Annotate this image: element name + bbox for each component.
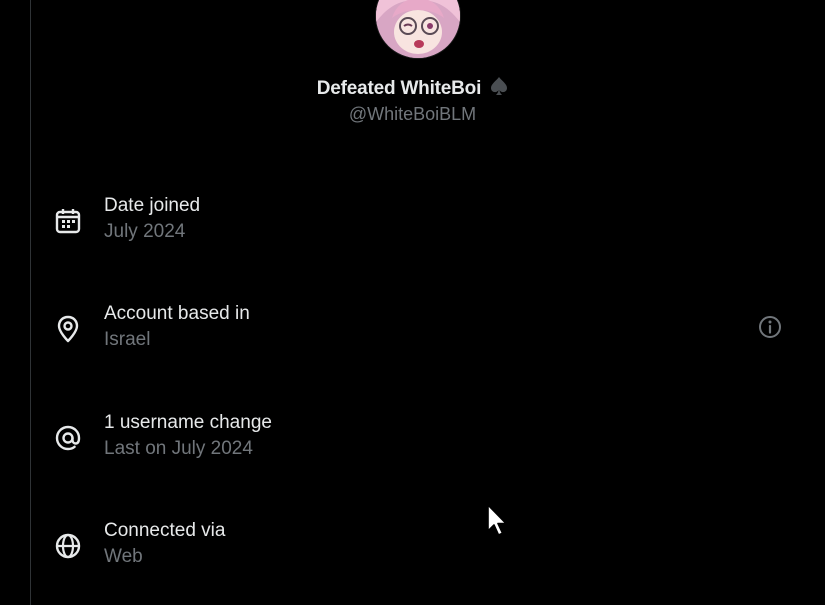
about-item-label: Connected via — [104, 520, 226, 541]
about-item-label: 1 username change — [104, 412, 272, 433]
display-name-text: Defeated WhiteBoi — [316, 78, 482, 99]
about-item-date-joined: Date joined July 2024 — [50, 195, 795, 251]
avatar[interactable] — [376, 0, 460, 58]
about-item-label: Date joined — [104, 195, 201, 216]
location-pin-icon — [53, 314, 83, 344]
about-item-value: Web — [104, 546, 143, 567]
about-item-label: Account based in — [104, 303, 250, 324]
about-item-connected-via: Connected via Web — [50, 520, 795, 576]
at-sign-icon — [53, 423, 83, 453]
profile-handle: @WhiteBoiBLM — [348, 104, 477, 124]
about-item-value: Last on July 2024 — [104, 438, 253, 459]
calendar-icon — [53, 206, 83, 236]
profile-display-name: Defeated WhiteBoi — [0, 76, 825, 102]
avatar-image — [376, 0, 460, 58]
about-item-account-based-in: Account based in Israel — [50, 303, 795, 359]
about-item-value: Israel — [104, 329, 151, 350]
about-item-value: July 2024 — [104, 221, 186, 242]
spade-badge-icon — [490, 76, 508, 102]
info-icon[interactable] — [757, 314, 783, 340]
mouse-cursor-icon — [486, 503, 510, 539]
about-item-username-change: 1 username change Last on July 2024 — [50, 412, 795, 468]
globe-icon — [53, 531, 83, 561]
